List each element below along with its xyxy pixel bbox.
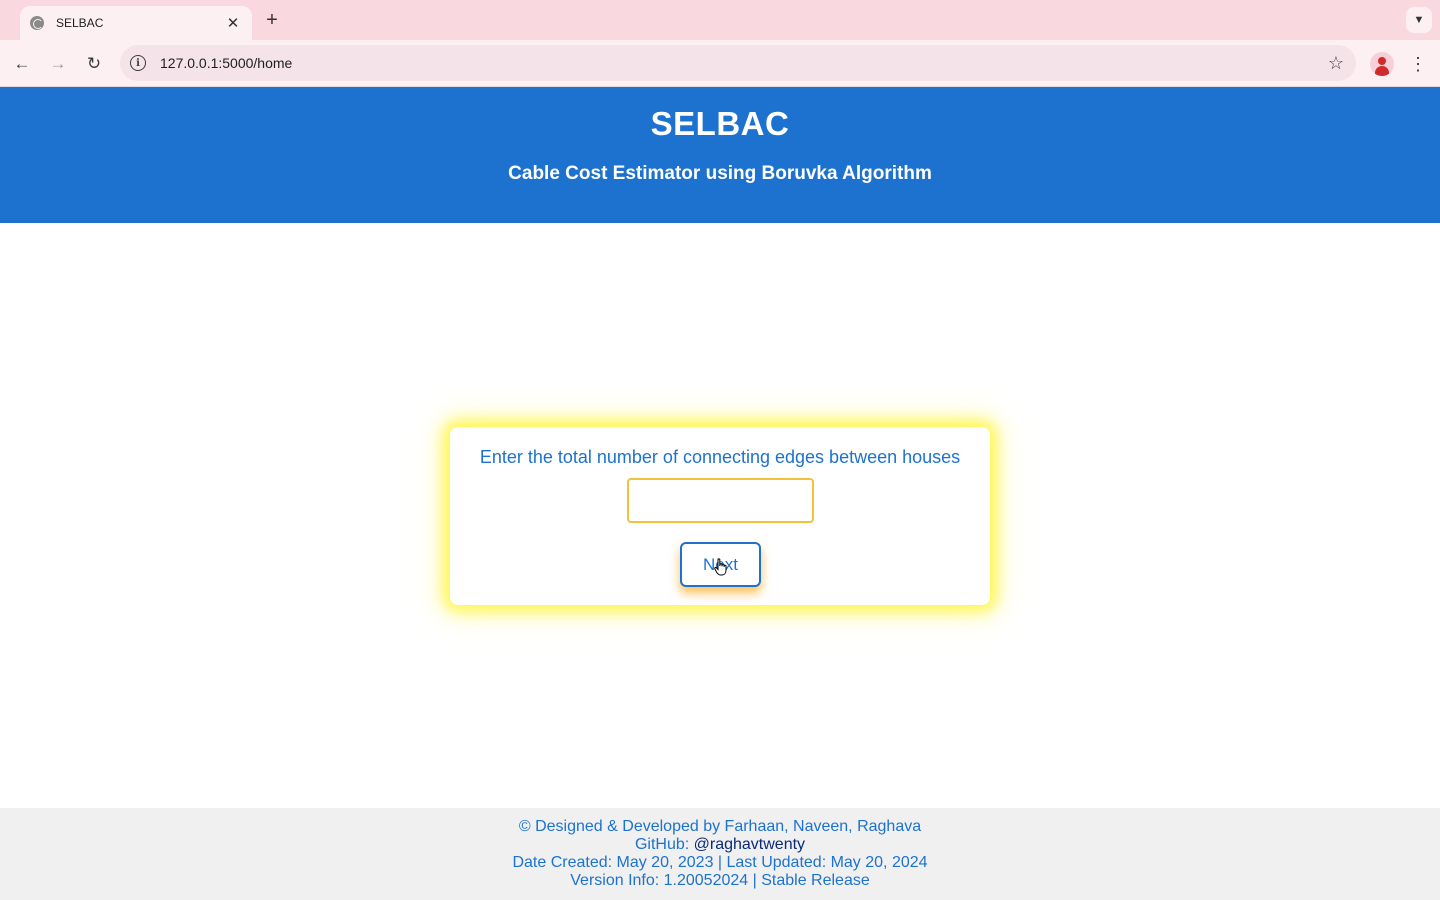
page-subtitle: Cable Cost Estimator using Boruvka Algor…: [508, 163, 932, 184]
url-text[interactable]: 127.0.0.1:5000/home: [160, 55, 1328, 71]
profile-icon[interactable]: [1370, 52, 1394, 76]
info-icon[interactable]: i: [130, 55, 146, 71]
chevron-down-icon[interactable]: ▼: [1406, 7, 1432, 33]
page-title: SELBAC: [650, 105, 790, 142]
close-icon[interactable]: ✕: [224, 14, 242, 32]
address-bar[interactable]: i 127.0.0.1:5000/home ☆: [120, 45, 1356, 81]
globe-icon: [30, 16, 44, 30]
github-link[interactable]: @raghavtwenty: [694, 836, 805, 853]
footer-credits: © Designed & Developed by Farhaan, Navee…: [518, 818, 922, 835]
footer-github: GitHub: @raghavtwenty: [0, 836, 1440, 854]
edges-count-input[interactable]: [627, 478, 814, 523]
reload-icon[interactable]: ↻: [82, 52, 106, 76]
tab-strip: SELBAC ✕ + ▼: [0, 0, 1440, 40]
arrow-left-icon[interactable]: ←: [10, 52, 34, 76]
web-page: SELBAC Cable Cost Estimator using Boruvk…: [0, 87, 1440, 900]
tab-title: SELBAC: [56, 16, 104, 30]
edges-form-card: Enter the total number of connecting edg…: [450, 427, 990, 605]
arrow-right-icon[interactable]: →: [46, 52, 70, 76]
browser-toolbar: ← → ↻ i 127.0.0.1:5000/home ☆ ⋮: [0, 40, 1440, 87]
kebab-menu-icon[interactable]: ⋮: [1408, 52, 1428, 76]
plus-icon[interactable]: +: [262, 9, 282, 31]
site-header: SELBAC Cable Cost Estimator using Boruvk…: [0, 87, 1440, 223]
edges-prompt-label: Enter the total number of connecting edg…: [479, 447, 961, 467]
next-button[interactable]: Next: [680, 542, 761, 587]
site-footer: © Designed & Developed by Farhaan, Navee…: [0, 808, 1440, 900]
star-icon[interactable]: ☆: [1328, 53, 1344, 74]
browser-tab[interactable]: SELBAC ✕: [20, 6, 252, 40]
footer-version: Version Info: 1.20052024 | Stable Releas…: [570, 872, 870, 889]
footer-dates: Date Created: May 20, 2023 | Last Update…: [512, 854, 928, 871]
github-label: GitHub:: [634, 836, 690, 853]
